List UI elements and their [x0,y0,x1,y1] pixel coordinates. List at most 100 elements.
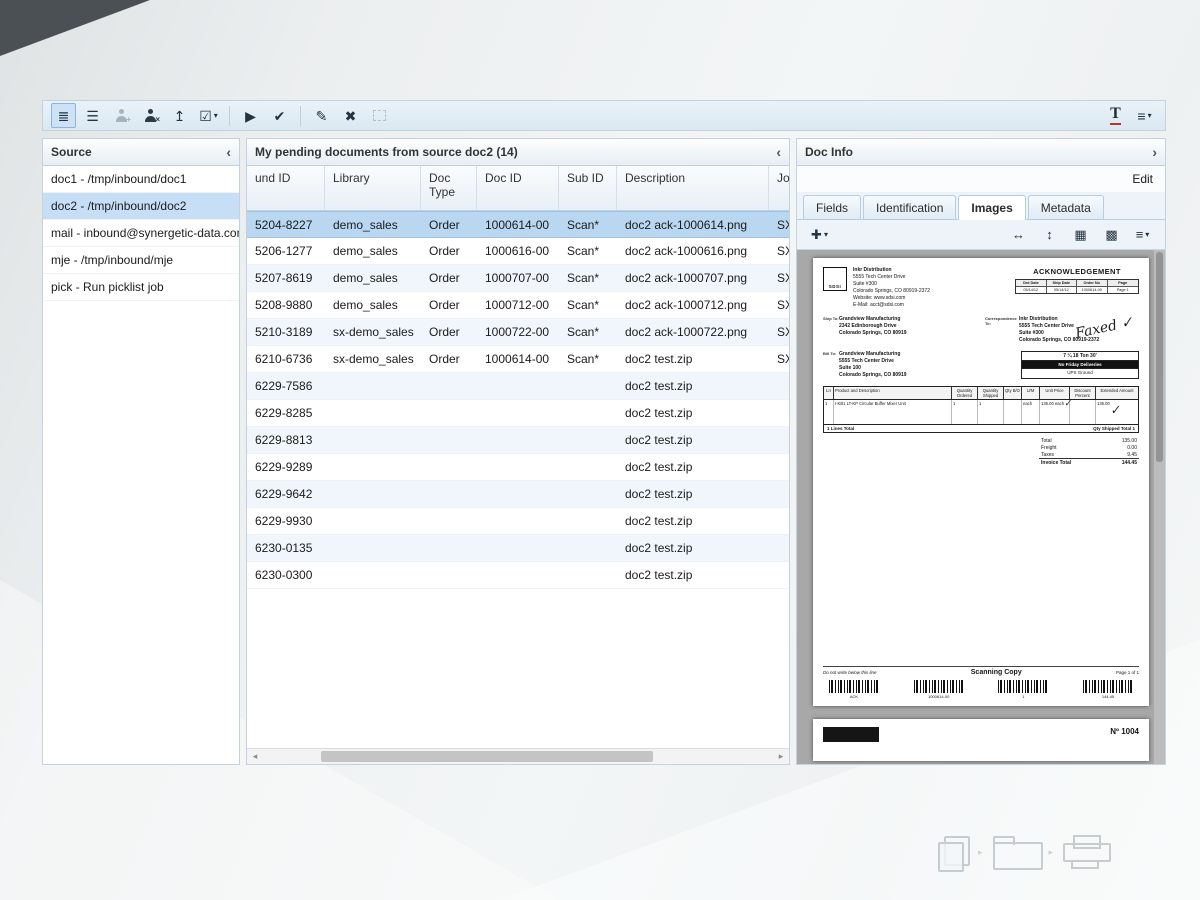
source-item[interactable]: pick - Run picklist job [43,274,239,301]
mini-table: Ord DateShip DateOrder NoPage05/14/1205/… [1015,279,1139,294]
scan-doc-title: ACKNOWLEDGEMENT [1015,267,1139,276]
scrollbar-thumb[interactable] [321,751,653,762]
tab-metadata[interactable]: Metadata [1028,195,1104,219]
scan-vendor-text: Inkr Distribution 5555 Tech Center Drive… [853,267,957,309]
table-row[interactable]: 6229-8285doc2 test.zip [247,400,789,427]
run-button[interactable]: ▶ [238,103,263,128]
doc-info-tabs: Fields Identification Images Metadata [797,192,1165,220]
table-cell: Scan* [559,319,617,345]
select-region-button[interactable] [367,103,392,128]
totals-label: Invoice Total [1041,460,1071,466]
column-header-description[interactable]: Description [617,166,769,210]
table-cell [769,427,789,453]
shipping-info-box: 7 ¼ 18 Ton 30' No Friday Deliveries UPS … [1021,351,1139,379]
collapse-left-icon[interactable]: ‹ [776,145,781,159]
vertical-scrollbar[interactable] [1154,250,1165,764]
arrow-right-icon: ▸ [978,847,983,858]
table-cell [325,535,421,561]
barcode-caption: 1 [998,694,1048,699]
menu-button[interactable]: ≡ ▾ [1132,103,1157,128]
upload-button[interactable]: ↥ [167,103,192,128]
column-header-library[interactable]: Library [325,166,421,210]
table-row[interactable]: 6229-7586doc2 test.zip [247,373,789,400]
table-cell [477,535,559,561]
table-row[interactable]: 6230-0300doc2 test.zip [247,562,789,589]
totals-row: Invoice Total144.45 [1039,458,1139,466]
table-row[interactable]: 5208-9880demo_salesOrder1000712-00Scan*d… [247,292,789,319]
user-remove-button[interactable]: × [138,103,163,128]
table-row[interactable]: 6229-9930doc2 test.zip [247,508,789,535]
documents-panel-header: My pending documents from source doc2 (1… [247,139,789,166]
documents-panel-title: My pending documents from source doc2 (1… [255,145,518,159]
scan-footer-note: Do not write below this line [823,670,877,675]
main-toolbar: ≣ ☰ + × ↥ ☑ ▾ ▶ ✔ ✎ ✖ [42,100,1166,131]
view-columns-button[interactable]: ☰ [80,103,105,128]
fit-width-button[interactable]: ↔ [1006,222,1031,247]
fit-height-icon: ↕ [1046,228,1053,241]
scrollbar-track[interactable] [263,749,773,764]
table-cell: Scan* [559,238,617,264]
column-header-doc-id[interactable]: Doc ID [477,166,559,210]
background-corner-wedge [0,0,150,56]
column-header-doc-type[interactable]: Doc Type [421,166,477,210]
collapse-left-icon[interactable]: ‹ [226,145,231,159]
table-cell: sx-demo_sales [325,346,421,372]
table-cell: demo_sales [325,265,421,291]
tab-fields[interactable]: Fields [803,195,861,219]
grid-large-icon: ▩ [1105,228,1117,241]
expand-right-icon[interactable]: › [1152,145,1157,159]
edit-document-button[interactable]: ✎ [309,103,334,128]
table-cell: Scan* [559,292,617,318]
table-row[interactable]: 5210-3189sx-demo_salesOrder1000722-00Sca… [247,319,789,346]
table-row[interactable]: 6229-8813doc2 test.zip [247,427,789,454]
table-cell: demo_sales [325,238,421,264]
source-item[interactable]: mje - /tmp/inbound/mje [43,247,239,274]
view-list-button[interactable]: ≣ [51,103,76,128]
table-row[interactable]: 6230-0135doc2 test.zip [247,535,789,562]
user-add-button[interactable]: + [109,103,134,128]
table-cell [421,508,477,534]
table-row[interactable]: 6229-9642doc2 test.zip [247,481,789,508]
totals-value: 135.00 [1122,438,1137,444]
grid-small-button[interactable]: ▦ [1068,222,1093,247]
table-cell: 6229-9642 [247,481,325,507]
scroll-right-icon[interactable]: ▸ [773,751,789,762]
column-header-inbound-id[interactable]: und ID [247,166,325,210]
table-cell [769,508,789,534]
source-item[interactable]: doc2 - /tmp/inbound/doc2 [43,193,239,220]
delete-document-button[interactable]: ✖ [338,103,363,128]
upload-icon: ↥ [174,109,186,123]
column-header-job[interactable]: Jo [769,166,798,210]
select-documents-button[interactable]: ☑ ▾ [196,103,221,128]
image-viewer[interactable]: SDSI Inkr Distribution 5555 Tech Center … [797,250,1165,764]
source-item[interactable]: mail - inbound@synergetic-data.com [43,220,239,247]
table-cell [421,427,477,453]
table-row[interactable]: 5204-8227demo_salesOrder1000614-00Scan*d… [247,211,789,238]
image-toolbar: ✚ ▾ ↔ ↕ ▦ ▩ ≡ ▾ [797,220,1165,250]
fit-height-button[interactable]: ↕ [1037,222,1062,247]
table-cell [559,562,617,588]
tab-identification[interactable]: Identification [863,195,956,219]
table-cell [421,454,477,480]
vertical-scrollbar-thumb[interactable] [1156,252,1163,462]
pan-tool-button[interactable]: ✚ ▾ [807,222,832,247]
grid-large-button[interactable]: ▩ [1099,222,1124,247]
edit-link[interactable]: Edit [1132,172,1153,186]
column-header-sub-id[interactable]: Sub ID [559,166,617,210]
totals-value: 9.45 [1127,452,1137,458]
table-row[interactable]: 5207-8619demo_salesOrder1000707-00Scan*d… [247,265,789,292]
table-row[interactable]: 5206-1277demo_salesOrder1000616-00Scan*d… [247,238,789,265]
table-cell [559,400,617,426]
scroll-left-icon[interactable]: ◂ [247,751,263,762]
table-cell [559,454,617,480]
table-row[interactable]: 6229-9289doc2 test.zip [247,454,789,481]
text-tool-button[interactable]: T [1103,103,1128,128]
image-menu-button[interactable]: ≡ ▾ [1130,222,1155,247]
approve-button[interactable]: ✔ [267,103,292,128]
fit-width-icon: ↔ [1012,228,1025,241]
scan-blank-area [823,466,1139,666]
source-item[interactable]: doc1 - /tmp/inbound/doc1 [43,166,239,193]
table-row[interactable]: 6210-6736sx-demo_salesOrder1000614-00Sca… [247,346,789,373]
tab-images[interactable]: Images [958,195,1025,220]
horizontal-scrollbar[interactable]: ◂ ▸ [247,748,789,764]
